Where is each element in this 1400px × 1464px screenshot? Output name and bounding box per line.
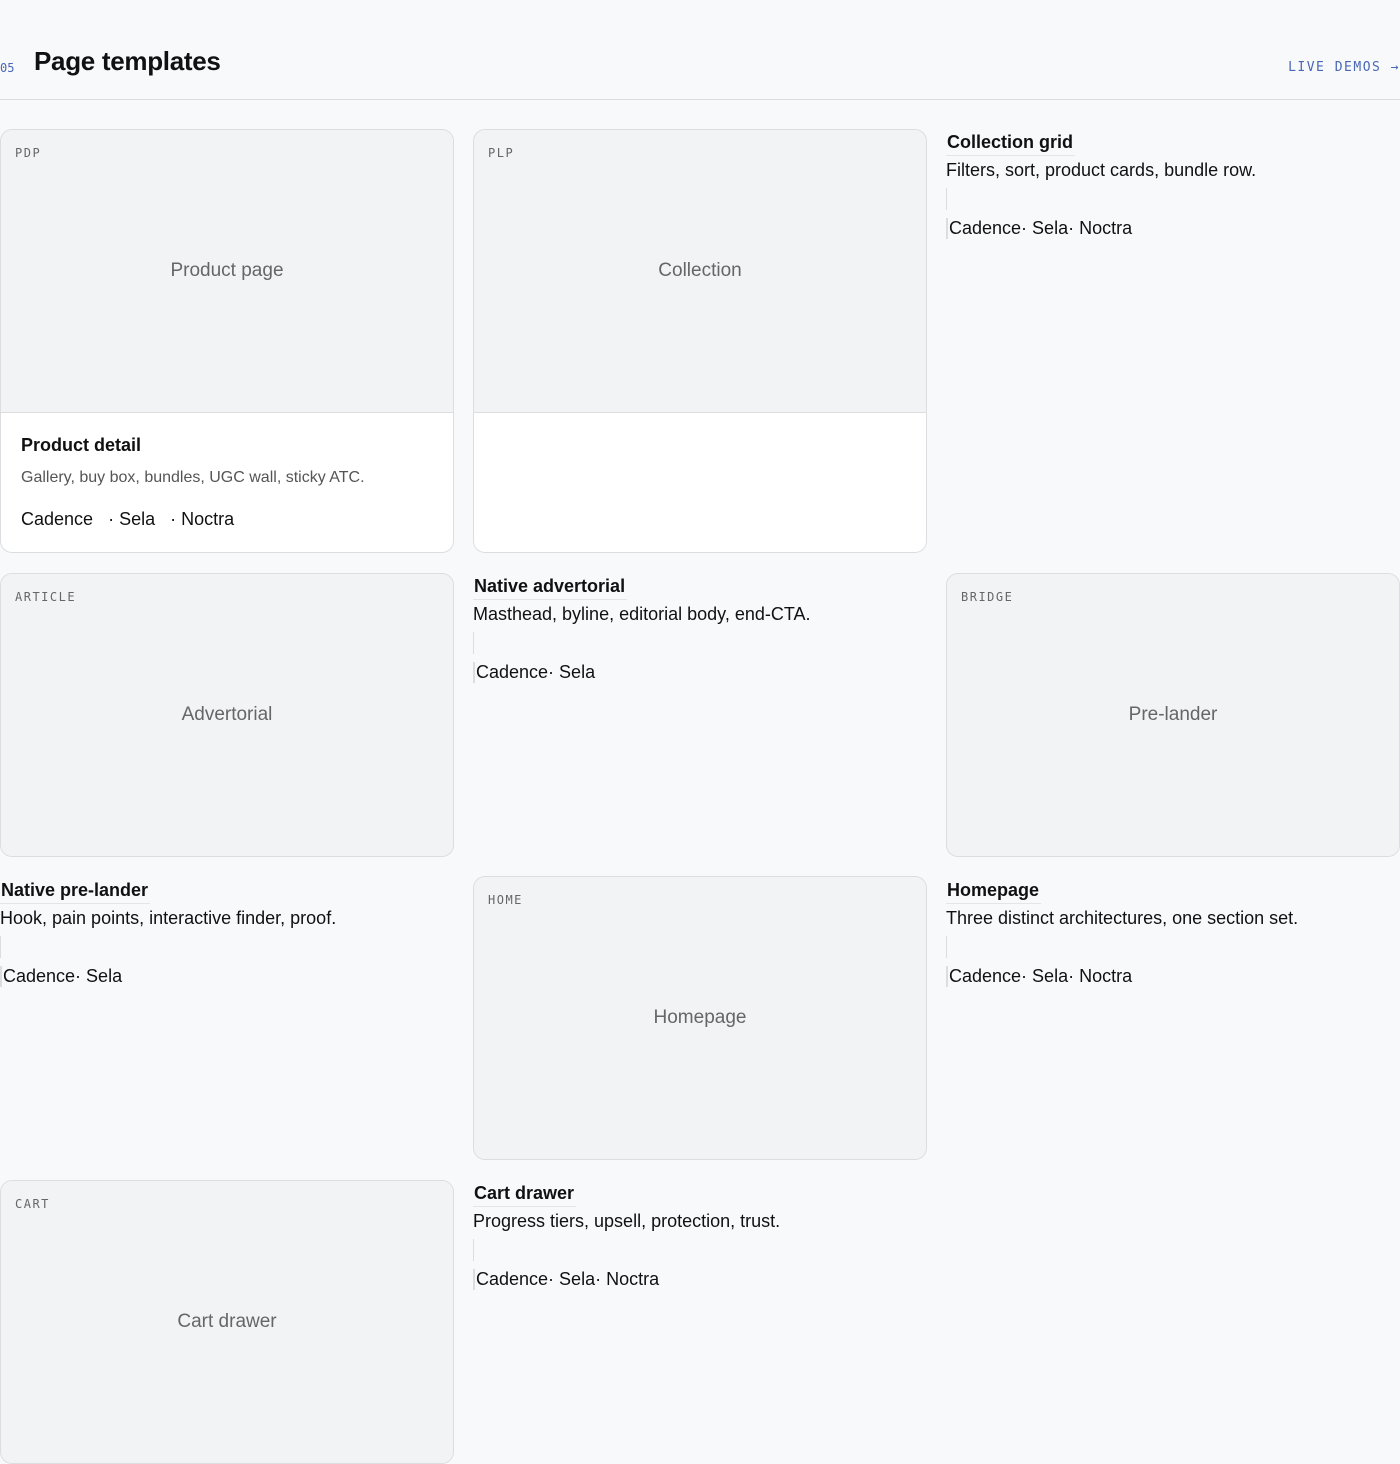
divider	[473, 1239, 474, 1261]
template-thumbnail: CART Cart drawer	[1, 1181, 453, 1463]
template-thumbnail-label: Collection	[658, 260, 742, 281]
template-card-body	[474, 413, 926, 552]
template-info-advertorial: Native advertorial Masthead, byline, edi…	[473, 576, 927, 696]
live-demos-link[interactable]: LIVE DEMOS →	[1288, 60, 1400, 75]
template-tag: CART	[15, 1197, 50, 1211]
template-description: Gallery, buy box, bundles, UGC wall, sti…	[21, 469, 365, 486]
template-description: Three distinct architectures, one sectio…	[946, 908, 1299, 928]
template-brand-list[interactable]: Cadence· Sela· Noctra	[946, 966, 1132, 987]
template-card-bridge[interactable]: BRIDGE Pre-lander	[946, 573, 1400, 857]
template-tag: HOME	[488, 893, 523, 907]
template-description: Masthead, byline, editorial body, end-CT…	[473, 604, 811, 624]
divider	[946, 936, 947, 958]
template-card-article[interactable]: ARTICLE Advertorial	[0, 573, 454, 857]
divider	[0, 936, 1, 958]
divider	[473, 632, 474, 654]
template-thumbnail: ARTICLE Advertorial	[1, 574, 453, 856]
template-description: Progress tiers, upsell, protection, trus…	[473, 1211, 781, 1231]
template-title: Collection grid	[946, 132, 1075, 156]
template-brand-list[interactable]: Cadence· Sela· Noctra	[946, 218, 1132, 239]
template-tag: PLP	[488, 146, 515, 160]
template-brand-list[interactable]: Cadence· Sela· Noctra	[473, 1269, 659, 1290]
template-brand-list[interactable]: Cadence· Sela	[0, 966, 122, 987]
template-card-home[interactable]: HOME Homepage	[473, 876, 927, 1160]
template-description: Hook, pain points, interactive finder, p…	[0, 908, 337, 928]
template-brand-list[interactable]: Cadence· Sela	[473, 662, 595, 683]
template-info-collection: Collection grid Filters, sort, product c…	[946, 132, 1400, 252]
template-thumbnail-label: Product page	[170, 260, 284, 281]
template-tag: BRIDGE	[961, 590, 1014, 604]
template-info-prelander: Native pre-lander Hook, pain points, int…	[0, 880, 454, 1000]
brand-sela[interactable]: · Sela	[108, 509, 155, 529]
template-thumbnail-label: Pre-lander	[1128, 704, 1218, 725]
brand-cadence[interactable]: Cadence	[21, 509, 93, 529]
template-title: Homepage	[946, 880, 1042, 904]
divider	[946, 188, 947, 210]
template-thumbnail: BRIDGE Pre-lander	[947, 574, 1399, 856]
section-title: Page templates	[34, 46, 221, 76]
template-info-homepage: Homepage Three distinct architectures, o…	[946, 880, 1400, 1000]
template-title: Cart drawer	[473, 1183, 577, 1207]
template-thumbnail: HOME Homepage	[474, 877, 926, 1159]
template-tag: PDP	[15, 146, 42, 160]
template-card-cart[interactable]: CART Cart drawer	[0, 1180, 454, 1464]
template-description: Filters, sort, product cards, bundle row…	[946, 160, 1257, 180]
template-tag: ARTICLE	[15, 590, 77, 604]
template-thumbnail-label: Cart drawer	[177, 1311, 277, 1332]
template-brand-list: Cadence · Sela · Noctra	[21, 509, 244, 530]
template-card-body: Product detail Gallery, buy box, bundles…	[1, 413, 453, 552]
brand-noctra[interactable]: · Noctra	[170, 509, 234, 529]
section-header: 05 Page templates LIVE DEMOS →	[0, 0, 1400, 100]
template-card-plp[interactable]: PLP Collection	[473, 129, 927, 553]
template-thumbnail-label: Homepage	[653, 1007, 747, 1028]
template-thumbnail-label: Advertorial	[181, 704, 273, 725]
template-title: Native advertorial	[473, 576, 628, 600]
template-thumbnail: PDP Product page	[1, 130, 453, 413]
template-card-pdp[interactable]: PDP Product page Product detail Gallery,…	[0, 129, 454, 553]
section-number: 05	[0, 61, 15, 75]
template-thumbnail: PLP Collection	[474, 130, 926, 413]
template-title: Native pre-lander	[0, 880, 151, 904]
template-title: Product detail	[21, 435, 142, 455]
template-info-cart: Cart drawer Progress tiers, upsell, prot…	[473, 1183, 927, 1303]
